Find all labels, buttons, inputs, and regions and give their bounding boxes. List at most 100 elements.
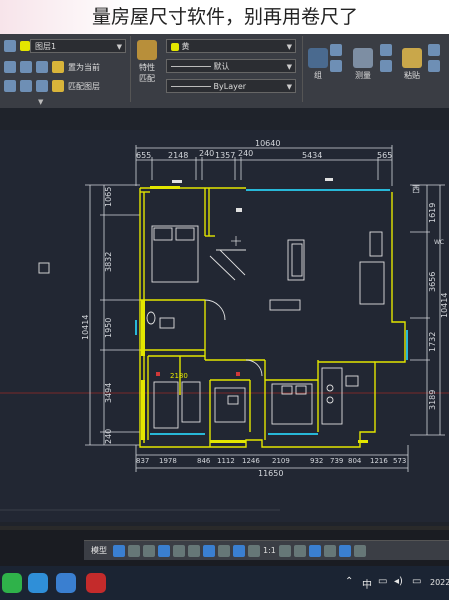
layer-off-icon[interactable] — [4, 61, 16, 73]
group-button[interactable]: 组 — [305, 48, 331, 81]
match-layer-label[interactable]: 匹配图层 — [68, 81, 100, 92]
snap-icon[interactable] — [128, 544, 140, 557]
measure-icon — [353, 48, 373, 68]
measure-button[interactable]: 测量 — [350, 48, 376, 81]
status-bar: 模型 1:1 — [84, 540, 449, 560]
selection-cycle-icon[interactable] — [233, 544, 245, 557]
group-label: 组 — [314, 71, 322, 80]
ortho-icon[interactable] — [143, 544, 155, 557]
clock-date[interactable]: 2022 — [430, 578, 449, 587]
dim-bottom-3: 1112 — [217, 457, 235, 465]
paste-button[interactable]: 粘贴 — [399, 48, 425, 81]
dim-top-2: 240 — [199, 149, 214, 158]
utility-tools — [380, 44, 392, 72]
dim-right-0: 1619 — [428, 203, 437, 223]
dim-top-0: 655 — [136, 151, 151, 160]
properties-button[interactable]: 特性 匹配 — [134, 40, 160, 84]
plus-icon[interactable] — [293, 544, 306, 557]
dim-left-2: 1950 — [104, 318, 113, 338]
dim-bottom-5: 2109 — [272, 457, 290, 465]
layer-color-swatch-icon — [20, 41, 30, 51]
drawing-canvas[interactable]: 10640 655 2148 240 1357 240 5434 565 104… — [0, 108, 449, 526]
calculator-icon[interactable] — [380, 44, 392, 56]
lineweight-combo[interactable]: ByLayer ▼ — [166, 79, 296, 93]
layer-unlock-icon[interactable] — [20, 80, 32, 92]
grid-icon[interactable] — [113, 544, 125, 557]
dim-bottom-4: 1246 — [242, 457, 260, 465]
ungroup-icon[interactable] — [330, 44, 342, 56]
linetype-combo[interactable]: 默认 ▼ — [166, 59, 296, 73]
layer-panel-expand-icon[interactable]: ▼ — [38, 98, 43, 106]
layer-walk-icon[interactable] — [36, 80, 48, 92]
dim-bottom-7: 739 — [330, 457, 343, 465]
set-current-icon[interactable] — [52, 61, 64, 73]
browser-icon[interactable] — [28, 573, 48, 593]
dim-right-3: 3189 — [428, 390, 437, 410]
volume-icon[interactable]: ◂) — [394, 576, 403, 587]
model-tab[interactable]: 模型 — [88, 545, 110, 556]
dim-right-2: 1732 — [428, 332, 437, 352]
compass-label-west: 西 — [412, 185, 420, 194]
color-combo[interactable]: 黄 ▼ — [166, 39, 296, 53]
chevron-down-icon: ▼ — [116, 43, 122, 51]
layer-tools-row2: 置为当前 — [4, 61, 100, 73]
hardware-accel-icon[interactable] — [323, 544, 336, 557]
properties-label: 特性 — [139, 63, 155, 72]
match-layer-icon[interactable] — [52, 80, 64, 92]
dim-bottom-10: 573 — [393, 457, 406, 465]
lineweight-preview — [171, 86, 211, 87]
dim-top-1: 2148 — [168, 151, 188, 160]
autocad-icon[interactable] — [86, 573, 106, 593]
wechat-icon[interactable] — [2, 573, 22, 593]
panel-divider — [130, 36, 131, 102]
fullscreen-icon[interactable] — [338, 544, 351, 557]
set-current-label[interactable]: 置为当前 — [68, 62, 100, 73]
color-combo-value: 黄 — [181, 42, 190, 51]
copy-icon[interactable] — [428, 44, 440, 56]
osnap-icon[interactable] — [173, 544, 185, 557]
paste-label: 粘贴 — [404, 71, 420, 80]
annotation-scale[interactable]: 1:1 — [263, 546, 276, 555]
layer-combo-value: 图层1 — [35, 42, 57, 51]
tray-chevron-icon[interactable]: ⌃ — [345, 576, 353, 587]
dim-bottom-8: 804 — [348, 457, 362, 465]
dim-left-total: 10414 — [81, 315, 90, 340]
lineweight-icon[interactable] — [203, 544, 215, 557]
polar-icon[interactable] — [158, 544, 170, 557]
match-properties-label: 匹配 — [139, 74, 155, 83]
dim-left-0: 1065 — [104, 187, 113, 207]
group-edit-icon[interactable] — [330, 60, 342, 72]
dim-left-1: 3832 — [104, 252, 113, 272]
battery-icon[interactable]: ▭ — [412, 576, 421, 587]
video-caption: 量房屋尺寸软件，别再用卷尺了 — [0, 0, 449, 34]
ribbon-toolbar: 图层1 ▼ 置为当前 匹配图层 ▼ 特性 匹配 黄 ▼ 默认 ▼ ByLayer… — [0, 34, 449, 109]
windows-taskbar: ⌃ 中 ▭ ◂) ▭ 2022 — [0, 566, 449, 600]
cut-icon[interactable] — [428, 60, 440, 72]
layer-lock-icon[interactable] — [4, 80, 16, 92]
network-icon[interactable]: ▭ — [378, 576, 387, 587]
annotation-icon[interactable] — [248, 544, 260, 557]
lineweight-combo-value: ByLayer — [213, 82, 247, 91]
paste-icon — [402, 48, 422, 68]
layer-freeze-icon[interactable] — [36, 61, 48, 73]
customize-icon[interactable] — [353, 544, 366, 557]
layer-combo[interactable]: 图层1 ▼ — [30, 39, 126, 53]
ime-language[interactable]: 中 — [362, 576, 372, 591]
app-icon[interactable] — [56, 573, 76, 593]
linetype-combo-value: 默认 — [213, 62, 230, 71]
floor-plan-drawing: 10640 655 2148 240 1357 240 5434 565 104… — [0, 108, 449, 526]
otrack-icon[interactable] — [188, 544, 200, 557]
room-dim-label: 2180 — [170, 372, 188, 380]
layer-tools-row1 — [4, 40, 30, 52]
layer-state-icon[interactable] — [4, 40, 16, 52]
transparency-icon[interactable] — [218, 544, 230, 557]
select-all-icon[interactable] — [380, 60, 392, 72]
group-icon — [308, 48, 328, 68]
dim-top-5: 5434 — [302, 151, 322, 160]
clipboard-tools — [428, 44, 440, 72]
dim-bottom-total: 11650 — [258, 469, 283, 478]
isolate-icon[interactable] — [308, 544, 321, 557]
properties-icon — [137, 40, 157, 60]
gear-icon[interactable] — [278, 544, 291, 557]
layer-iso-icon[interactable] — [20, 61, 32, 73]
